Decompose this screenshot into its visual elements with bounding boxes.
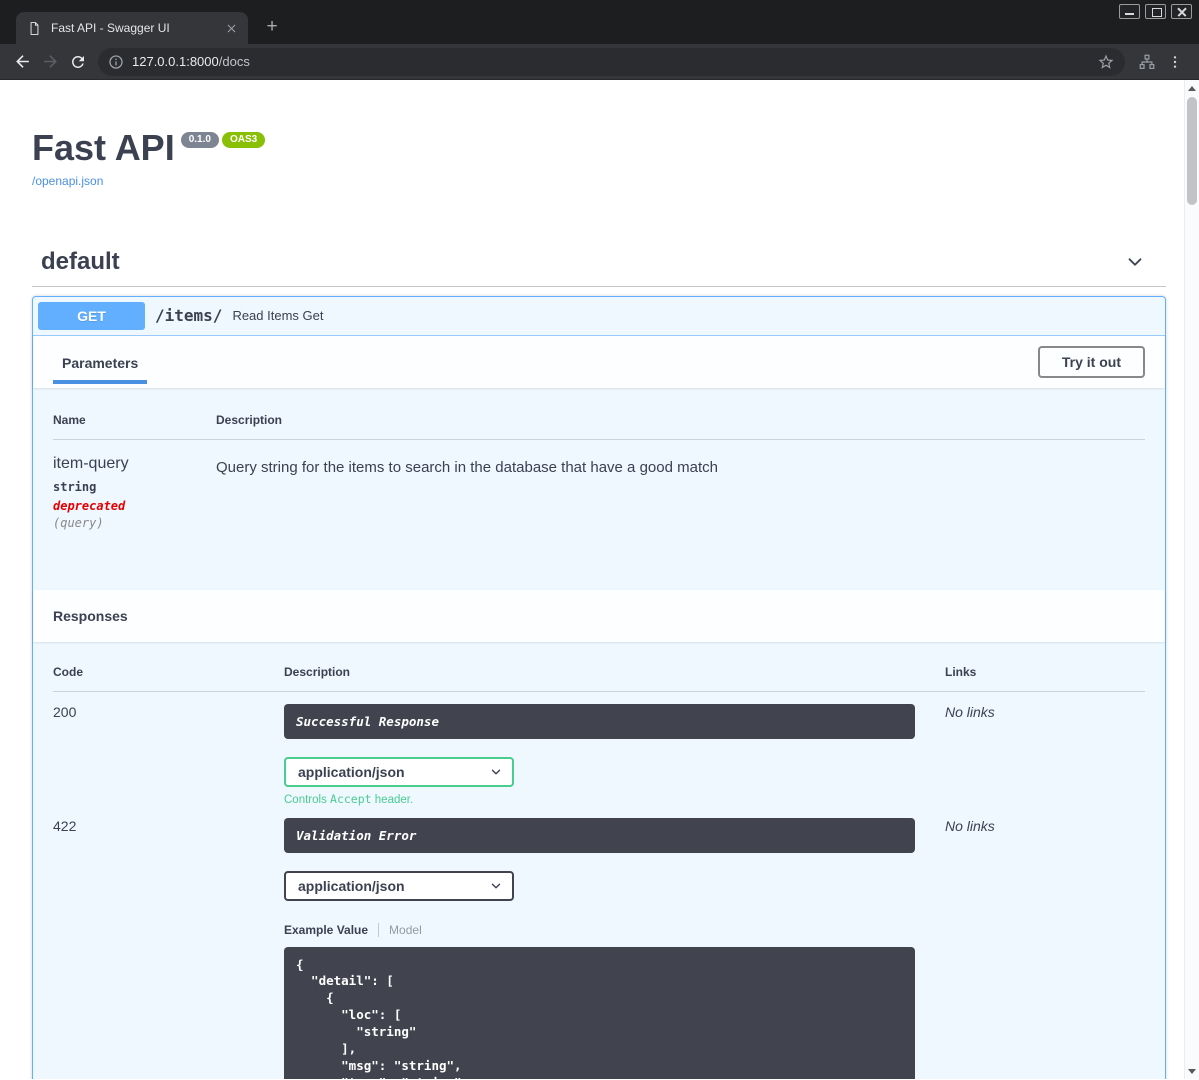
vertical-scrollbar[interactable] (1184, 80, 1199, 1079)
tab-title: Fast API - Swagger UI (51, 21, 170, 35)
responses-table: Code Description Links 200 Successful Re… (33, 642, 1165, 1079)
response-row-422: 422 Validation Error application/json Ex… (53, 806, 1145, 1079)
response-code: 200 (53, 703, 77, 720)
scrollbar-down-arrow[interactable] (1185, 1063, 1199, 1079)
col-links-header: Links (945, 664, 977, 679)
chevron-down-icon[interactable] (1124, 251, 1146, 273)
forward-arrow-icon (43, 55, 57, 68)
openapi-spec-link[interactable]: /openapi.json (32, 174, 103, 188)
col-name-header: Name (53, 412, 86, 427)
response-links: No links (945, 703, 995, 720)
try-it-out-button[interactable]: Try it out (1037, 345, 1145, 378)
accept-header-hint: Controls Accept header. (284, 792, 945, 806)
select-chevron-icon (491, 883, 501, 889)
responses-table-head: Code Description Links (53, 665, 1145, 692)
bookmark-star-icon[interactable] (1097, 53, 1115, 71)
responses-title: Responses (53, 607, 128, 624)
parameter-type: string (53, 479, 97, 494)
scrollbar-thumb[interactable] (1187, 97, 1197, 205)
tab-model[interactable]: Model (379, 923, 422, 937)
scrollbar-up-arrow[interactable] (1185, 80, 1199, 96)
parameter-meta: item-query string deprecated (query) (53, 455, 216, 530)
operation-summary[interactable]: GET /items/ Read Items Get (33, 297, 1165, 336)
response-message-box: Successful Response (284, 703, 915, 739)
window-controls (1114, 4, 1192, 19)
parameter-row: item-query string deprecated (query) Que… (53, 440, 1145, 530)
sitemap-icon (1139, 54, 1155, 69)
window-minimize-button[interactable] (1119, 4, 1140, 19)
browser-tab[interactable]: Fast API - Swagger UI (16, 12, 248, 44)
example-json-code-block: { "detail": [ { "loc": [ "string" ], "ms… (284, 946, 915, 1079)
url-text: 127.0.0.1:8000/docs (132, 54, 250, 69)
page-viewport: Fast API 0.1.0 OAS3 /openapi.json default … (0, 80, 1199, 1079)
api-info: Fast API 0.1.0 OAS3 /openapi.json (32, 128, 1166, 190)
col-resp-description-header: Description (284, 664, 351, 679)
url-path: /docs (218, 54, 250, 69)
response-row-200: 200 Successful Response application/json… (53, 692, 1145, 806)
page-favicon-icon (30, 21, 39, 35)
response-code: 422 (53, 817, 77, 834)
swagger-ui: Fast API 0.1.0 OAS3 /openapi.json default … (0, 80, 1199, 1079)
response-message-box: Validation Error (284, 817, 915, 853)
browser-menu-button[interactable] (1161, 48, 1189, 76)
back-arrow-icon (15, 55, 29, 68)
window-maximize-button[interactable] (1145, 4, 1166, 19)
parameter-name: item-query (53, 454, 129, 472)
url-host: 127.0.0.1:8000 (132, 54, 219, 69)
response-description-cell: Validation Error application/json Exampl… (284, 817, 945, 1079)
tag-name: default (41, 247, 120, 275)
media-type-select[interactable]: application/json (284, 870, 514, 901)
oas-badge: OAS3 (221, 132, 266, 148)
response-description-cell: Successful Response application/json Con… (284, 703, 945, 806)
new-tab-button[interactable]: + (260, 15, 284, 39)
tab-example-value[interactable]: Example Value (284, 922, 380, 937)
http-method-badge: GET (38, 301, 145, 330)
operation-summary-text: Read Items Get (232, 308, 324, 324)
version-badge: 0.1.0 (180, 132, 219, 148)
hint-suffix: header. (371, 793, 414, 806)
opblock-get-items: GET /items/ Read Items Get Parameters Tr… (32, 295, 1166, 1079)
parameters-table: Name Description item-query string depre… (33, 388, 1165, 590)
tag-section-header[interactable]: default (32, 238, 1166, 287)
reload-icon (71, 55, 84, 68)
response-links: No links (945, 817, 995, 834)
parameters-table-head: Name Description (53, 413, 1145, 440)
media-type-value: application/json (298, 877, 405, 894)
hint-prefix: Controls (284, 793, 331, 806)
forward-button[interactable] (36, 48, 64, 76)
browser-toolbar: 127.0.0.1:8000/docs (0, 44, 1199, 80)
media-type-select[interactable]: application/json (284, 756, 514, 787)
sitemap-button[interactable] (1133, 48, 1161, 76)
tab-parameters[interactable]: Parameters (53, 340, 148, 384)
tab-close-icon[interactable] (223, 20, 240, 37)
window-close-button[interactable] (1171, 4, 1192, 19)
parameter-description: Query string for the items to search in … (216, 458, 718, 476)
parameter-location: (query) (53, 515, 104, 530)
hint-accept-code: Accept (330, 791, 372, 806)
media-type-value: application/json (298, 763, 405, 780)
operation-path: /items/ (155, 306, 223, 326)
three-dots-menu-icon (1173, 55, 1177, 68)
browser-titlebar: Fast API - Swagger UI + (0, 0, 1199, 44)
example-model-tabs: Example Value Model (284, 922, 945, 937)
back-button[interactable] (8, 48, 36, 76)
parameter-deprecated-flag: deprecated (53, 498, 126, 513)
site-info-icon[interactable] (108, 54, 124, 70)
select-chevron-icon (491, 769, 501, 775)
responses-section-header: Responses (33, 589, 1165, 642)
parameters-section-header: Parameters Try it out (33, 335, 1165, 388)
address-bar[interactable]: 127.0.0.1:8000/docs (98, 47, 1125, 76)
col-description-header: Description (216, 412, 283, 427)
col-code-header: Code (53, 664, 83, 679)
reload-button[interactable] (64, 48, 92, 76)
api-title-text: Fast API (32, 127, 175, 168)
api-title: Fast API 0.1.0 OAS3 (32, 128, 1166, 168)
